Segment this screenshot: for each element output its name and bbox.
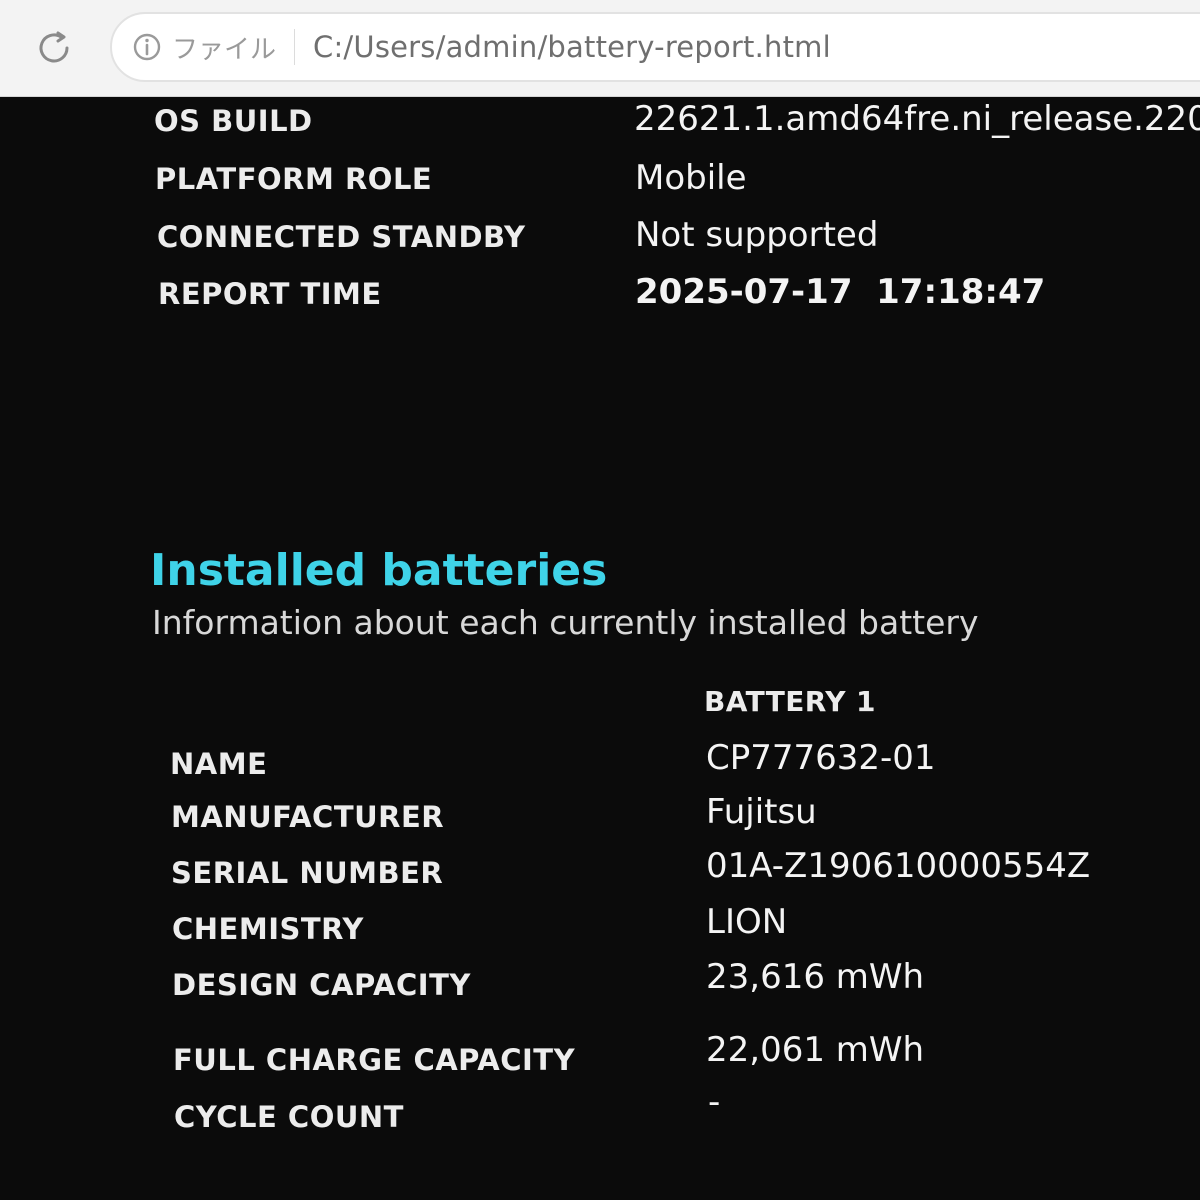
reload-icon <box>39 31 69 63</box>
battery-row: NAME CP777632-01 <box>0 738 1200 782</box>
battery-column-header: BATTERY 1 <box>704 685 876 718</box>
battery-row-label: NAME <box>170 747 268 781</box>
battery-row-value: CP777632-01 <box>706 738 936 778</box>
system-info-value: Not supported <box>635 215 879 255</box>
system-info-row: OS BUILD 22621.1.amd64fre.ni_release.220… <box>0 99 1200 143</box>
system-info-label: CONNECTED STANDBY <box>157 220 526 254</box>
chip-divider <box>294 29 296 65</box>
system-info-row: REPORT TIME 2025-07-17 17:18:47 <box>0 272 1200 316</box>
battery-row-value: 23,616 mWh <box>706 957 925 997</box>
battery-row: SERIAL NUMBER 01A-Z190610000554Z <box>0 846 1200 890</box>
battery-row-label: CYCLE COUNT <box>174 1100 404 1134</box>
battery-row-value: Fujitsu <box>706 792 817 832</box>
battery-row-label: FULL CHARGE CAPACITY <box>173 1043 576 1077</box>
system-info-row: PLATFORM ROLE Mobile <box>0 158 1200 202</box>
battery-row-label: DESIGN CAPACITY <box>172 968 471 1002</box>
system-info-label: PLATFORM ROLE <box>155 162 433 196</box>
system-info-label: OS BUILD <box>154 104 313 138</box>
battery-row-value: 22,061 mWh <box>706 1030 925 1070</box>
protocol-label: ファイル <box>172 34 277 65</box>
reload-button[interactable] <box>32 26 76 70</box>
battery-row-value: LION <box>706 902 788 942</box>
battery-report-page: OS BUILD 22621.1.amd64fre.ni_release.220… <box>0 97 1200 1200</box>
browser-toolbar: ファイル C:/Users/admin/battery-report.html <box>0 0 1200 97</box>
battery-row: MANUFACTURER Fujitsu <box>0 792 1200 836</box>
battery-row: CYCLE COUNT - <box>0 1082 1200 1134</box>
url-text[interactable]: C:/Users/admin/battery-report.html <box>313 30 831 64</box>
battery-row-label: MANUFACTURER <box>171 800 445 834</box>
system-info-value: Mobile <box>635 158 747 198</box>
battery-row-label: CHEMISTRY <box>172 912 364 946</box>
battery-row: DESIGN CAPACITY 23,616 mWh <box>0 957 1200 1002</box>
battery-row-value: - <box>708 1082 721 1122</box>
battery-row-label: SERIAL NUMBER <box>171 856 444 890</box>
report-time-value: 2025-07-17 17:18:47 <box>635 272 1046 312</box>
system-info-value: 22621.1.amd64fre.ni_release.220506- <box>634 99 1200 139</box>
section-title: Installed batteries <box>150 545 608 596</box>
battery-row: FULL CHARGE CAPACITY 22,061 mWh <box>0 1030 1200 1077</box>
system-info-row: CONNECTED STANDBY Not supported <box>0 215 1200 259</box>
info-icon <box>132 32 162 62</box>
battery-row-value: 01A-Z190610000554Z <box>706 846 1091 886</box>
address-bar[interactable]: ファイル C:/Users/admin/battery-report.html <box>110 12 1200 82</box>
site-info-chip[interactable]: ファイル <box>132 29 276 66</box>
battery-row: CHEMISTRY LION <box>0 902 1200 946</box>
system-info-label: REPORT TIME <box>158 277 382 311</box>
section-subtitle: Information about each currently install… <box>152 603 979 642</box>
